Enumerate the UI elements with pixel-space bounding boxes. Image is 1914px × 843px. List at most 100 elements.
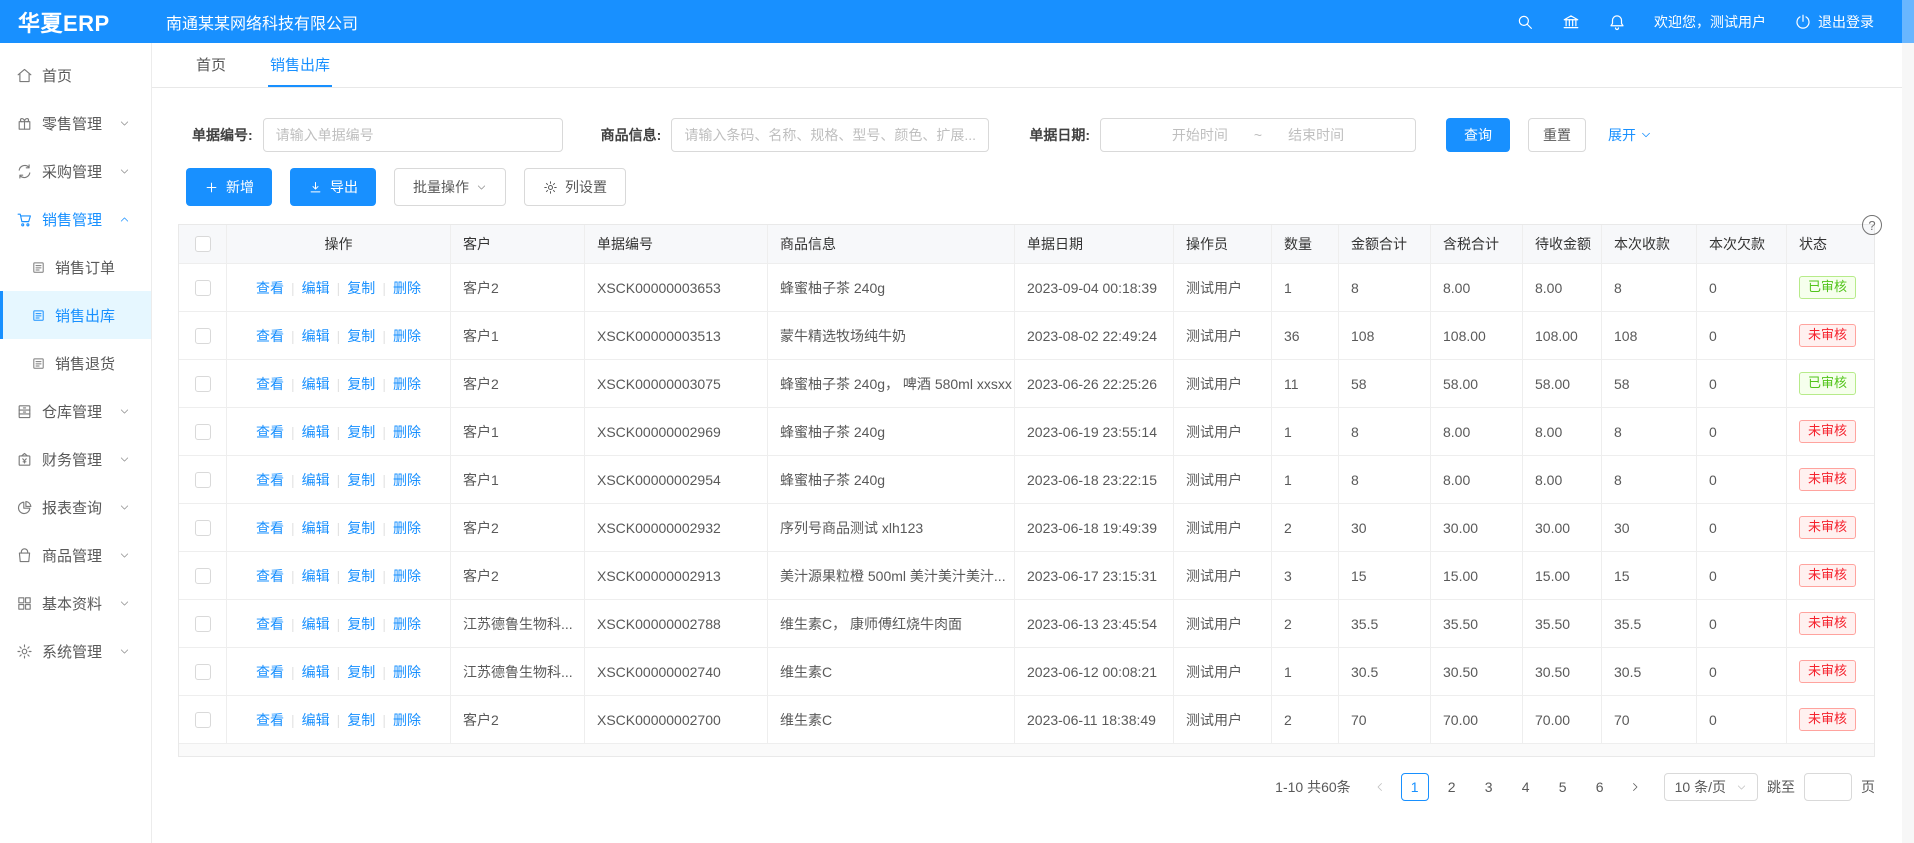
row-checkbox[interactable] [195,424,211,440]
delete-link[interactable]: 删除 [393,566,421,586]
next-page-button[interactable] [1623,773,1647,801]
copy-link[interactable]: 复制 [347,662,375,682]
sidebar-item-reports[interactable]: 报表查询 [0,483,151,531]
welcome-user[interactable]: 欢迎您，测试用户 [1654,12,1766,32]
copy-link[interactable]: 复制 [347,326,375,346]
edit-link[interactable]: 编辑 [302,518,330,538]
row-checkbox[interactable] [195,568,211,584]
page-button-3[interactable]: 3 [1475,773,1503,801]
copy-link[interactable]: 复制 [347,422,375,442]
row-checkbox[interactable] [195,472,211,488]
cell-owed: 0 [1697,360,1787,407]
row-checkbox[interactable] [195,616,211,632]
edit-link[interactable]: 编辑 [302,710,330,730]
tab-home[interactable]: 首页 [194,43,228,87]
table-row: 查看|编辑|复制|删除 客户2 XSCK00000002913 美汁源果粒橙 5… [179,551,1874,599]
column-settings-button[interactable]: 列设置 [524,168,626,206]
logout-button[interactable]: 退出登录 [1794,12,1874,32]
edit-link[interactable]: 编辑 [302,374,330,394]
jump-to-page-input[interactable] [1804,773,1852,801]
delete-link[interactable]: 删除 [393,374,421,394]
edit-link[interactable]: 编辑 [302,278,330,298]
copy-link[interactable]: 复制 [347,278,375,298]
delete-link[interactable]: 删除 [393,710,421,730]
page-button-1[interactable]: 1 [1401,773,1429,801]
page-button-6[interactable]: 6 [1586,773,1614,801]
sidebar-item-system[interactable]: 系统管理 [0,627,151,675]
view-link[interactable]: 查看 [256,470,284,490]
delete-link[interactable]: 删除 [393,422,421,442]
page-button-2[interactable]: 2 [1438,773,1466,801]
copy-link[interactable]: 复制 [347,518,375,538]
reset-button[interactable]: 重置 [1528,118,1586,152]
sidebar: 首页 零售管理 采购管理 销售管理 销售订单 销售出库 销售退货 [0,43,152,843]
home-icon [16,67,33,84]
export-button[interactable]: 导出 [290,168,376,206]
view-link[interactable]: 查看 [256,710,284,730]
help-icon[interactable]: ? [1862,215,1882,235]
sidebar-item-basic-data[interactable]: 基本资料 [0,579,151,627]
delete-link[interactable]: 删除 [393,470,421,490]
edit-link[interactable]: 编辑 [302,614,330,634]
sidebar-item-retail[interactable]: 零售管理 [0,99,151,147]
search-button[interactable]: 查询 [1446,118,1510,152]
view-link[interactable]: 查看 [256,374,284,394]
view-link[interactable]: 查看 [256,566,284,586]
delete-link[interactable]: 删除 [393,614,421,634]
date-range-input[interactable]: 开始时间 ~ 结束时间 [1100,118,1416,152]
view-link[interactable]: 查看 [256,662,284,682]
view-link[interactable]: 查看 [256,518,284,538]
expand-filters-link[interactable]: 展开 [1608,125,1652,145]
row-checkbox[interactable] [195,520,211,536]
product-info-input[interactable]: 请输入条码、名称、规格、型号、颜色、扩展... [671,118,989,152]
sidebar-item-sales-order[interactable]: 销售订单 [0,243,151,291]
copy-link[interactable]: 复制 [347,374,375,394]
copy-link[interactable]: 复制 [347,710,375,730]
sidebar-item-sales-return[interactable]: 销售退货 [0,339,151,387]
view-link[interactable]: 查看 [256,326,284,346]
scrollbar-track[interactable] [1902,43,1914,843]
delete-link[interactable]: 删除 [393,662,421,682]
copy-link[interactable]: 复制 [347,470,375,490]
row-actions: 查看|编辑|复制|删除 [227,408,451,455]
sidebar-item-purchase[interactable]: 采购管理 [0,147,151,195]
row-checkbox[interactable] [195,328,211,344]
edit-link[interactable]: 编辑 [302,326,330,346]
prev-page-button[interactable] [1368,773,1392,801]
scrollbar-track[interactable] [1902,0,1914,43]
page-button-4[interactable]: 4 [1512,773,1540,801]
bill-no-input[interactable]: 请输入单据编号 [263,118,563,152]
sidebar-item-finance[interactable]: 财务管理 [0,435,151,483]
batch-actions-button[interactable]: 批量操作 [394,168,506,206]
view-link[interactable]: 查看 [256,278,284,298]
sidebar-item-home[interactable]: 首页 [0,51,151,99]
copy-link[interactable]: 复制 [347,614,375,634]
delete-link[interactable]: 删除 [393,278,421,298]
delete-link[interactable]: 删除 [393,518,421,538]
view-link[interactable]: 查看 [256,614,284,634]
notification-bell-icon[interactable] [1608,13,1626,31]
delete-link[interactable]: 删除 [393,326,421,346]
tab-sales-outbound[interactable]: 销售出库 [268,43,332,87]
copy-link[interactable]: 复制 [347,566,375,586]
edit-link[interactable]: 编辑 [302,422,330,442]
edit-link[interactable]: 编辑 [302,566,330,586]
search-icon[interactable] [1516,13,1534,31]
edit-link[interactable]: 编辑 [302,662,330,682]
row-checkbox[interactable] [195,712,211,728]
page-button-5[interactable]: 5 [1549,773,1577,801]
select-all-checkbox[interactable] [195,236,211,252]
row-checkbox[interactable] [195,376,211,392]
sidebar-item-warehouse[interactable]: 仓库管理 [0,387,151,435]
platform-icon[interactable] [1562,13,1580,31]
sidebar-item-products[interactable]: 商品管理 [0,531,151,579]
row-checkbox[interactable] [195,664,211,680]
edit-link[interactable]: 编辑 [302,470,330,490]
cell-bill-no: XSCK00000003653 [585,264,768,311]
page-size-select[interactable]: 10 条/页 [1664,773,1758,801]
add-button[interactable]: 新增 [186,168,272,206]
sidebar-item-sales[interactable]: 销售管理 [0,195,151,243]
sidebar-item-sales-outbound[interactable]: 销售出库 [0,291,151,339]
row-checkbox[interactable] [195,280,211,296]
view-link[interactable]: 查看 [256,422,284,442]
